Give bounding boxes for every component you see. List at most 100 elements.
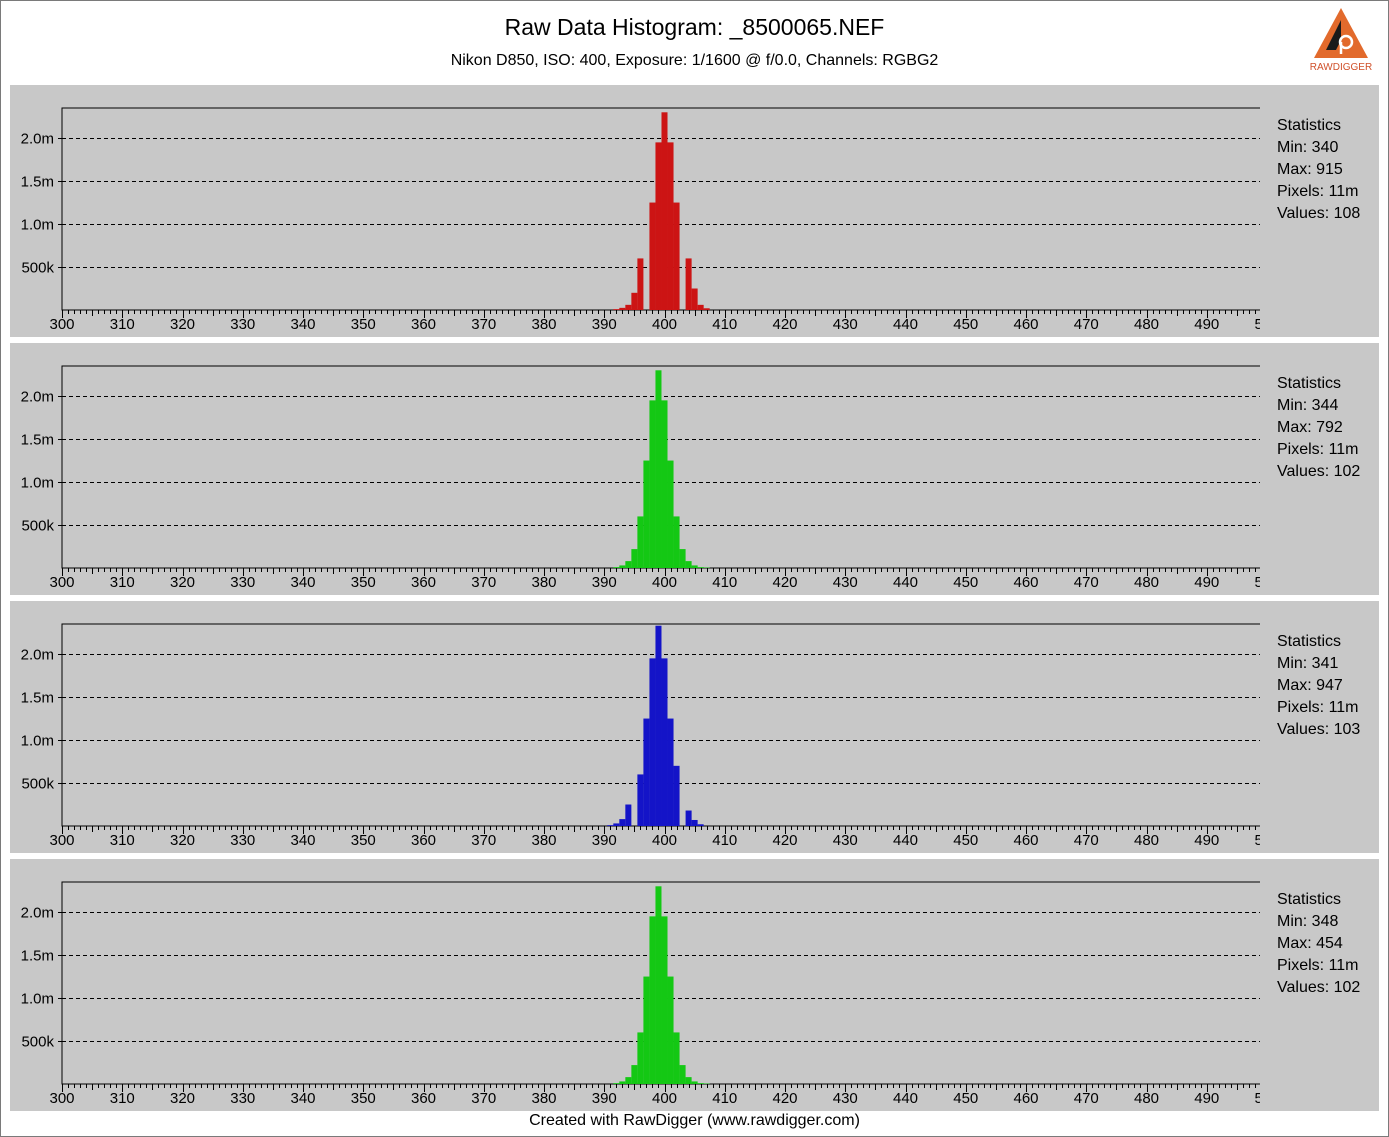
histogram-bar <box>667 976 674 1084</box>
y-tick-label: 500k <box>21 518 54 535</box>
x-tick-label: 490 <box>1194 1090 1219 1107</box>
chart-title: Raw Data Histogram: _8500065.NEF <box>504 14 885 40</box>
histogram-bar <box>691 819 698 826</box>
histogram-bar <box>667 460 674 568</box>
x-tick-label: 330 <box>230 832 255 849</box>
stats-max: Max: 915 <box>1277 161 1343 178</box>
histogram-bar <box>625 1077 632 1084</box>
x-tick-label: 370 <box>471 832 496 849</box>
histogram-bar <box>631 549 638 568</box>
x-tick-label: 470 <box>1074 832 1099 849</box>
histogram-bar <box>649 916 656 1084</box>
x-tick-label: 460 <box>1013 832 1038 849</box>
stats-min: Min: 348 <box>1277 913 1339 930</box>
x-tick-label: 460 <box>1013 574 1038 591</box>
histogram-bar <box>637 258 644 310</box>
histogram-bar <box>625 804 632 826</box>
histogram-panel-red: 500k 1.0m 1.5m 2.0m 300 310 320 330 340 350 360 370… <box>10 85 1379 337</box>
histogram-bar <box>703 308 710 310</box>
histogram-bar <box>667 718 674 826</box>
histogram-bar <box>691 1081 698 1084</box>
logo-text: RAWDIGGER <box>1310 62 1372 72</box>
stats-pixels: Pixels: 11m <box>1277 183 1359 200</box>
x-tick-label: 420 <box>772 316 797 333</box>
x-tick-label: 390 <box>592 316 617 333</box>
x-tick-label: 420 <box>772 574 797 591</box>
histogram-chart-green2: 500k 1.0m 1.5m 2.0m 300 310 320 330 340 350 360 370… <box>21 881 1260 1107</box>
x-tick-label: 490 <box>1194 832 1219 849</box>
x-tick-label: 400 <box>652 574 677 591</box>
x-tick-label: 360 <box>411 316 436 333</box>
histogram-bar <box>643 460 650 568</box>
x-tick-label: 310 <box>110 316 135 333</box>
histogram-bar <box>637 1032 644 1084</box>
histogram-bar <box>613 309 620 310</box>
x-tick-label: 430 <box>833 574 858 591</box>
y-tick-label: 1.0m <box>21 733 54 750</box>
histogram-bar <box>691 288 698 310</box>
histogram-bar <box>631 292 638 310</box>
x-tick-label: 380 <box>531 1090 556 1107</box>
x-tick-label: 380 <box>531 316 556 333</box>
x-tick-label: 320 <box>170 1090 195 1107</box>
x-tick-label: 370 <box>471 1090 496 1107</box>
y-tick-label: 1.5m <box>21 690 54 707</box>
x-tick-label: 390 <box>592 1090 617 1107</box>
statistics-box-green: Statistics Min: 344 Max: 792 Pixels: 11m… <box>1277 373 1360 483</box>
stats-max: Max: 454 <box>1277 935 1343 952</box>
y-tick-label: 2.0m <box>21 389 54 406</box>
histogram-panel-blue: 500k 1.0m 1.5m 2.0m 300 310 320 330 340 350 360 370… <box>10 601 1379 853</box>
histogram-bar <box>667 142 674 310</box>
histogram-bar <box>673 516 680 568</box>
statistics-box-blue: Statistics Min: 341 Max: 947 Pixels: 11m… <box>1277 631 1360 741</box>
histogram-bar <box>685 258 692 310</box>
histogram-bar <box>637 774 644 826</box>
x-tick-label: 470 <box>1074 1090 1099 1107</box>
y-tick-label: 1.0m <box>21 991 54 1008</box>
x-tick-label: 350 <box>351 1090 376 1107</box>
x-tick-label: 410 <box>712 1090 737 1107</box>
histogram-bar <box>673 202 680 310</box>
y-tick-label: 500k <box>21 260 54 277</box>
histogram-bar <box>685 1077 692 1084</box>
x-tick-label: 500 <box>1254 574 1260 591</box>
statistics-box-red: Statistics Min: 340 Max: 915 Pixels: 11m… <box>1277 115 1360 225</box>
x-tick-label: 380 <box>531 832 556 849</box>
footer-credit: Created with RawDigger (www.rawdigger.co… <box>529 1112 860 1129</box>
y-tick-label: 1.0m <box>21 217 54 234</box>
y-tick-label: 2.0m <box>21 647 54 664</box>
x-tick-label: 310 <box>110 832 135 849</box>
stats-heading: Statistics <box>1277 117 1342 134</box>
histogram-bar <box>697 567 704 568</box>
histogram-bar <box>619 565 626 568</box>
histogram-bar <box>649 400 656 568</box>
x-tick-label: 460 <box>1013 316 1038 333</box>
histogram-bar <box>661 916 668 1084</box>
x-tick-label: 480 <box>1134 1090 1159 1107</box>
histogram-bar <box>613 1083 620 1084</box>
x-tick-label: 350 <box>351 832 376 849</box>
x-tick-label: 300 <box>49 574 74 591</box>
x-tick-label: 330 <box>230 1090 255 1107</box>
histogram-bar <box>697 824 704 826</box>
histogram-bar <box>697 1083 704 1084</box>
y-tick-label: 1.5m <box>21 432 54 449</box>
stats-pixels: Pixels: 11m <box>1277 441 1359 458</box>
x-tick-label: 430 <box>833 832 858 849</box>
x-tick-label: 500 <box>1254 1090 1260 1107</box>
histogram-bar <box>625 304 632 310</box>
x-tick-label: 400 <box>652 832 677 849</box>
y-tick-label: 1.0m <box>21 475 54 492</box>
x-tick-label: 310 <box>110 574 135 591</box>
histogram-bar <box>649 658 656 826</box>
x-tick-label: 430 <box>833 1090 858 1107</box>
x-tick-label: 460 <box>1013 1090 1038 1107</box>
x-tick-label: 360 <box>411 832 436 849</box>
x-tick-label: 350 <box>351 574 376 591</box>
histogram-bar <box>619 1081 626 1084</box>
histogram-bar <box>661 112 668 310</box>
x-tick-label: 360 <box>411 574 436 591</box>
y-tick-label: 1.5m <box>21 948 54 965</box>
x-tick-label: 420 <box>772 832 797 849</box>
histogram-bar <box>619 307 626 310</box>
